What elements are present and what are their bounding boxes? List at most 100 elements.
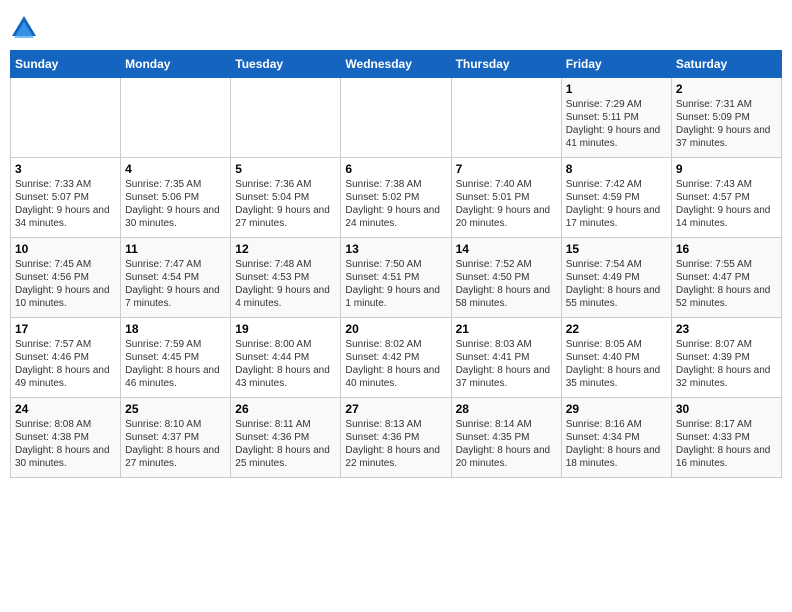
logo	[10, 14, 42, 42]
day-of-week-header: Tuesday	[231, 51, 341, 78]
day-info: Sunrise: 7:48 AM Sunset: 4:53 PM Dayligh…	[235, 258, 336, 310]
day-of-week-header: Wednesday	[341, 51, 451, 78]
day-info: Sunrise: 7:50 AM Sunset: 4:51 PM Dayligh…	[345, 258, 446, 310]
calendar-day-cell: 19 Sunrise: 8:00 AM Sunset: 4:44 PM Dayli…	[231, 318, 341, 398]
day-number: 27	[345, 402, 446, 416]
day-number: 6	[345, 162, 446, 176]
calendar-day-cell: 4 Sunrise: 7:35 AM Sunset: 5:06 PM Daylig…	[121, 158, 231, 238]
day-number: 24	[15, 402, 116, 416]
day-info: Sunrise: 7:33 AM Sunset: 5:07 PM Dayligh…	[15, 178, 116, 230]
day-info: Sunrise: 8:00 AM Sunset: 4:44 PM Dayligh…	[235, 338, 336, 390]
day-info: Sunrise: 8:03 AM Sunset: 4:41 PM Dayligh…	[456, 338, 557, 390]
day-number: 9	[676, 162, 777, 176]
day-info: Sunrise: 8:07 AM Sunset: 4:39 PM Dayligh…	[676, 338, 777, 390]
day-info: Sunrise: 8:14 AM Sunset: 4:35 PM Dayligh…	[456, 418, 557, 470]
calendar-week-row: 10 Sunrise: 7:45 AM Sunset: 4:56 PM Dayli…	[11, 238, 782, 318]
day-number: 8	[566, 162, 667, 176]
day-number: 21	[456, 322, 557, 336]
calendar-day-cell: 30Sunrise: 8:17 AM Sunset: 4:33 PM Dayli…	[671, 398, 781, 478]
day-info: Sunrise: 7:40 AM Sunset: 5:01 PM Dayligh…	[456, 178, 557, 230]
day-number: 22	[566, 322, 667, 336]
day-info: Sunrise: 7:52 AM Sunset: 4:50 PM Dayligh…	[456, 258, 557, 310]
calendar-day-cell	[451, 78, 561, 158]
calendar-day-cell	[11, 78, 121, 158]
calendar-day-cell: 28 Sunrise: 8:14 AM Sunset: 4:35 PM Dayli…	[451, 398, 561, 478]
day-info: Sunrise: 7:59 AM Sunset: 4:45 PM Dayligh…	[125, 338, 226, 390]
day-number: 11	[125, 242, 226, 256]
day-of-week-header: Friday	[561, 51, 671, 78]
calendar-day-cell: 8 Sunrise: 7:42 AM Sunset: 4:59 PM Daylig…	[561, 158, 671, 238]
day-info: Sunrise: 7:36 AM Sunset: 5:04 PM Dayligh…	[235, 178, 336, 230]
calendar-day-cell: 6 Sunrise: 7:38 AM Sunset: 5:02 PM Daylig…	[341, 158, 451, 238]
calendar-day-cell: 21 Sunrise: 8:03 AM Sunset: 4:41 PM Dayli…	[451, 318, 561, 398]
day-info: Sunrise: 7:38 AM Sunset: 5:02 PM Dayligh…	[345, 178, 446, 230]
calendar-day-cell: 11Sunrise: 7:47 AM Sunset: 4:54 PM Dayli…	[121, 238, 231, 318]
day-number: 13	[345, 242, 446, 256]
day-info: Sunrise: 8:17 AM Sunset: 4:33 PM Dayligh…	[676, 418, 777, 470]
calendar-week-row: 17 Sunrise: 7:57 AM Sunset: 4:46 PM Dayli…	[11, 318, 782, 398]
calendar-week-row: 1Sunrise: 7:29 AM Sunset: 5:11 PM Daylig…	[11, 78, 782, 158]
day-info: Sunrise: 8:05 AM Sunset: 4:40 PM Dayligh…	[566, 338, 667, 390]
day-info: Sunrise: 8:11 AM Sunset: 4:36 PM Dayligh…	[235, 418, 336, 470]
calendar-day-cell: 14Sunrise: 7:52 AM Sunset: 4:50 PM Dayli…	[451, 238, 561, 318]
calendar-day-cell: 2 Sunrise: 7:31 AM Sunset: 5:09 PM Daylig…	[671, 78, 781, 158]
day-number: 12	[235, 242, 336, 256]
day-of-week-header: Thursday	[451, 51, 561, 78]
day-info: Sunrise: 7:29 AM Sunset: 5:11 PM Dayligh…	[566, 98, 667, 150]
calendar-day-cell: 29Sunrise: 8:16 AM Sunset: 4:34 PM Dayli…	[561, 398, 671, 478]
day-info: Sunrise: 7:45 AM Sunset: 4:56 PM Dayligh…	[15, 258, 116, 310]
day-info: Sunrise: 7:57 AM Sunset: 4:46 PM Dayligh…	[15, 338, 116, 390]
calendar-day-cell	[231, 78, 341, 158]
day-info: Sunrise: 8:02 AM Sunset: 4:42 PM Dayligh…	[345, 338, 446, 390]
day-number: 28	[456, 402, 557, 416]
calendar-week-row: 3 Sunrise: 7:33 AM Sunset: 5:07 PM Daylig…	[11, 158, 782, 238]
calendar-day-cell: 15Sunrise: 7:54 AM Sunset: 4:49 PM Dayli…	[561, 238, 671, 318]
day-number: 29	[566, 402, 667, 416]
day-number: 25	[125, 402, 226, 416]
day-number: 16	[676, 242, 777, 256]
calendar-week-row: 24 Sunrise: 8:08 AM Sunset: 4:38 PM Dayli…	[11, 398, 782, 478]
calendar-day-cell: 12 Sunrise: 7:48 AM Sunset: 4:53 PM Dayli…	[231, 238, 341, 318]
calendar-day-cell: 1Sunrise: 7:29 AM Sunset: 5:11 PM Daylig…	[561, 78, 671, 158]
calendar-day-cell: 16Sunrise: 7:55 AM Sunset: 4:47 PM Dayli…	[671, 238, 781, 318]
day-number: 20	[345, 322, 446, 336]
day-number: 3	[15, 162, 116, 176]
day-number: 18	[125, 322, 226, 336]
day-number: 15	[566, 242, 667, 256]
day-info: Sunrise: 8:10 AM Sunset: 4:37 PM Dayligh…	[125, 418, 226, 470]
day-info: Sunrise: 8:13 AM Sunset: 4:36 PM Dayligh…	[345, 418, 446, 470]
calendar-day-cell	[121, 78, 231, 158]
calendar-day-cell: 20 Sunrise: 8:02 AM Sunset: 4:42 PM Dayli…	[341, 318, 451, 398]
day-number: 5	[235, 162, 336, 176]
day-number: 10	[15, 242, 116, 256]
day-of-week-header: Sunday	[11, 51, 121, 78]
calendar: SundayMondayTuesdayWednesdayThursdayFrid…	[10, 50, 782, 478]
calendar-day-cell: 3 Sunrise: 7:33 AM Sunset: 5:07 PM Daylig…	[11, 158, 121, 238]
day-number: 2	[676, 82, 777, 96]
day-number: 19	[235, 322, 336, 336]
calendar-day-cell: 10 Sunrise: 7:45 AM Sunset: 4:56 PM Dayli…	[11, 238, 121, 318]
day-info: Sunrise: 7:43 AM Sunset: 4:57 PM Dayligh…	[676, 178, 777, 230]
calendar-day-cell: 22 Sunrise: 8:05 AM Sunset: 4:40 PM Dayli…	[561, 318, 671, 398]
calendar-day-cell: 27 Sunrise: 8:13 AM Sunset: 4:36 PM Dayli…	[341, 398, 451, 478]
calendar-day-cell: 13 Sunrise: 7:50 AM Sunset: 4:51 PM Dayli…	[341, 238, 451, 318]
calendar-day-cell: 17 Sunrise: 7:57 AM Sunset: 4:46 PM Dayli…	[11, 318, 121, 398]
calendar-day-cell: 18 Sunrise: 7:59 AM Sunset: 4:45 PM Dayli…	[121, 318, 231, 398]
day-number: 4	[125, 162, 226, 176]
calendar-header-row: SundayMondayTuesdayWednesdayThursdayFrid…	[11, 51, 782, 78]
day-info: Sunrise: 7:42 AM Sunset: 4:59 PM Dayligh…	[566, 178, 667, 230]
day-number: 23	[676, 322, 777, 336]
calendar-day-cell: 24 Sunrise: 8:08 AM Sunset: 4:38 PM Dayli…	[11, 398, 121, 478]
page-header	[10, 10, 782, 42]
calendar-day-cell	[341, 78, 451, 158]
day-number: 17	[15, 322, 116, 336]
logo-icon	[10, 14, 38, 42]
calendar-day-cell: 25 Sunrise: 8:10 AM Sunset: 4:37 PM Dayli…	[121, 398, 231, 478]
calendar-day-cell: 9 Sunrise: 7:43 AM Sunset: 4:57 PM Daylig…	[671, 158, 781, 238]
day-number: 7	[456, 162, 557, 176]
day-info: Sunrise: 8:08 AM Sunset: 4:38 PM Dayligh…	[15, 418, 116, 470]
day-info: Sunrise: 7:31 AM Sunset: 5:09 PM Dayligh…	[676, 98, 777, 150]
calendar-day-cell: 5 Sunrise: 7:36 AM Sunset: 5:04 PM Daylig…	[231, 158, 341, 238]
day-info: Sunrise: 7:35 AM Sunset: 5:06 PM Dayligh…	[125, 178, 226, 230]
calendar-day-cell: 7 Sunrise: 7:40 AM Sunset: 5:01 PM Daylig…	[451, 158, 561, 238]
